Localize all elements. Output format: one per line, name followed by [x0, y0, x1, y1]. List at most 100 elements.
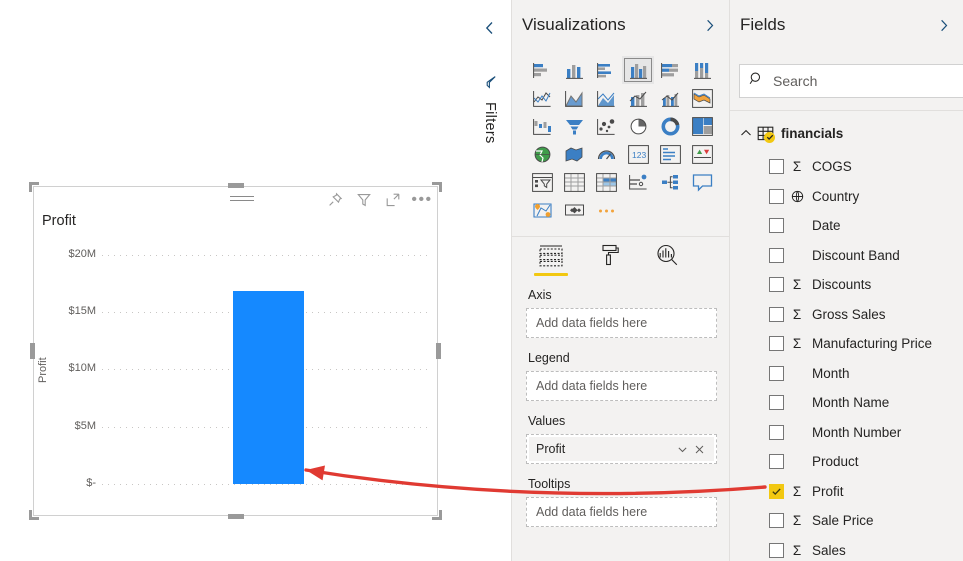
stacked-bar-chart-icon[interactable]: [526, 56, 558, 84]
field-item[interactable]: Σ Sale Price: [730, 506, 963, 536]
expand-visualizations-icon[interactable]: [699, 15, 719, 35]
resize-handle-bottom-left[interactable]: [29, 510, 39, 520]
100-stacked-bar-chart-icon[interactable]: [654, 56, 686, 84]
field-checkbox[interactable]: [769, 247, 784, 263]
field-checkbox[interactable]: [769, 454, 784, 470]
field-checkbox[interactable]: [769, 159, 784, 175]
field-item[interactable]: Month Number: [730, 418, 963, 448]
report-canvas[interactable]: ••• Profit Profit $20M $15M $10M $5M $-: [0, 0, 468, 561]
filled-map-icon[interactable]: [558, 140, 590, 168]
drag-handle-icon[interactable]: [230, 196, 254, 204]
stacked-column-chart-icon[interactable]: [558, 56, 590, 84]
field-item[interactable]: Σ Gross Sales: [730, 300, 963, 330]
more-options-icon[interactable]: •••: [411, 191, 431, 209]
resize-handle-left[interactable]: [30, 343, 35, 359]
gridline: [102, 484, 431, 485]
well-legend[interactable]: Add data fields here: [526, 371, 717, 401]
field-checkbox[interactable]: [769, 542, 784, 558]
field-item[interactable]: Σ Profit: [730, 477, 963, 507]
field-item[interactable]: Country: [730, 182, 963, 212]
clustered-bar-chart-icon[interactable]: [590, 56, 622, 84]
slicer-icon[interactable]: [526, 168, 558, 196]
gauge-chart-icon[interactable]: [590, 140, 622, 168]
field-checkbox[interactable]: [769, 424, 784, 440]
ribbon-chart-icon[interactable]: [686, 84, 718, 112]
line-clustered-column-chart-icon[interactable]: [654, 84, 686, 112]
matrix-icon[interactable]: [590, 168, 622, 196]
chevron-up-icon[interactable]: [738, 127, 754, 139]
qna-icon[interactable]: [686, 168, 718, 196]
line-stacked-column-chart-icon[interactable]: [622, 84, 654, 112]
chevron-left-icon[interactable]: [482, 20, 498, 41]
resize-handle-bottom[interactable]: [227, 514, 244, 519]
well-tab-strip[interactable]: [512, 240, 729, 278]
chevron-down-icon[interactable]: [674, 441, 691, 458]
field-item[interactable]: Discount Band: [730, 241, 963, 271]
field-item[interactable]: Month: [730, 359, 963, 389]
field-checkbox[interactable]: [769, 218, 784, 234]
resize-handle-top[interactable]: [227, 183, 244, 188]
pin-icon[interactable]: [326, 191, 344, 209]
stacked-area-chart-icon[interactable]: [590, 84, 622, 112]
card-icon[interactable]: 123: [622, 140, 654, 168]
field-checkbox[interactable]: [769, 513, 784, 529]
fields-tab[interactable]: [534, 240, 568, 276]
funnel-chart-icon[interactable]: [558, 112, 590, 140]
chart-bar[interactable]: [233, 291, 304, 484]
well-axis[interactable]: Add data fields here: [526, 308, 717, 338]
more-visuals-icon[interactable]: [590, 196, 622, 224]
field-item[interactable]: Month Name: [730, 388, 963, 418]
filter-icon[interactable]: [355, 191, 373, 209]
filter-funnel-icon[interactable]: [481, 74, 498, 96]
field-item[interactable]: Date: [730, 211, 963, 241]
field-item[interactable]: Σ Sales: [730, 536, 963, 561]
selected-visual-container[interactable]: ••• Profit Profit $20M $15M $10M $5M $-: [29, 182, 442, 520]
well-values[interactable]: Profit: [526, 434, 717, 464]
area-chart-icon[interactable]: [558, 84, 590, 112]
donut-chart-icon[interactable]: [654, 112, 686, 140]
resize-handle-top-right[interactable]: [432, 182, 442, 192]
field-checkbox[interactable]: [769, 336, 784, 352]
search-input[interactable]: Search: [739, 64, 963, 98]
100-stacked-column-chart-icon[interactable]: [686, 56, 718, 84]
filters-pane-collapsed[interactable]: Filters: [468, 0, 512, 561]
remove-icon[interactable]: [691, 441, 708, 458]
field-item[interactable]: Product: [730, 447, 963, 477]
decomposition-tree-icon[interactable]: [654, 168, 686, 196]
analytics-tab[interactable]: [650, 240, 684, 274]
resize-handle-bottom-right[interactable]: [432, 510, 442, 520]
waterfall-chart-icon[interactable]: [526, 112, 558, 140]
resize-handle-top-left[interactable]: [29, 182, 39, 192]
column-chart-visual[interactable]: ••• Profit Profit $20M $15M $10M $5M $-: [33, 186, 438, 516]
fields-table-financials[interactable]: financials: [730, 120, 963, 146]
format-tab[interactable]: [592, 240, 626, 274]
fields-title: Fields: [740, 15, 786, 34]
field-item[interactable]: Σ Discounts: [730, 270, 963, 300]
field-checkbox[interactable]: [769, 188, 784, 204]
key-influencers-icon[interactable]: [622, 168, 654, 196]
field-item[interactable]: Σ Manufacturing Price: [730, 329, 963, 359]
field-checkbox[interactable]: [769, 365, 784, 381]
table-icon[interactable]: [558, 168, 590, 196]
focus-mode-icon[interactable]: [384, 191, 402, 209]
kpi-icon[interactable]: [686, 140, 718, 168]
power-apps-icon[interactable]: [558, 196, 590, 224]
multi-row-card-icon[interactable]: [654, 140, 686, 168]
clustered-column-chart-icon[interactable]: [622, 56, 654, 84]
field-checkbox[interactable]: [769, 306, 784, 322]
check-icon: [764, 131, 775, 143]
treemap-icon[interactable]: [686, 112, 718, 140]
field-item[interactable]: Σ COGS: [730, 152, 963, 182]
visualization-type-grid[interactable]: 123: [526, 56, 718, 224]
arcgis-map-icon[interactable]: [526, 196, 558, 224]
expand-fields-icon[interactable]: [933, 15, 953, 35]
resize-handle-right[interactable]: [436, 343, 441, 359]
scatter-chart-icon[interactable]: [590, 112, 622, 140]
field-checkbox[interactable]: [769, 277, 784, 293]
pie-chart-icon[interactable]: [622, 112, 654, 140]
map-icon[interactable]: [526, 140, 558, 168]
well-tooltips[interactable]: Add data fields here: [526, 497, 717, 527]
field-checkbox[interactable]: [769, 395, 784, 411]
line-chart-icon[interactable]: [526, 84, 558, 112]
field-checkbox[interactable]: [769, 483, 784, 499]
